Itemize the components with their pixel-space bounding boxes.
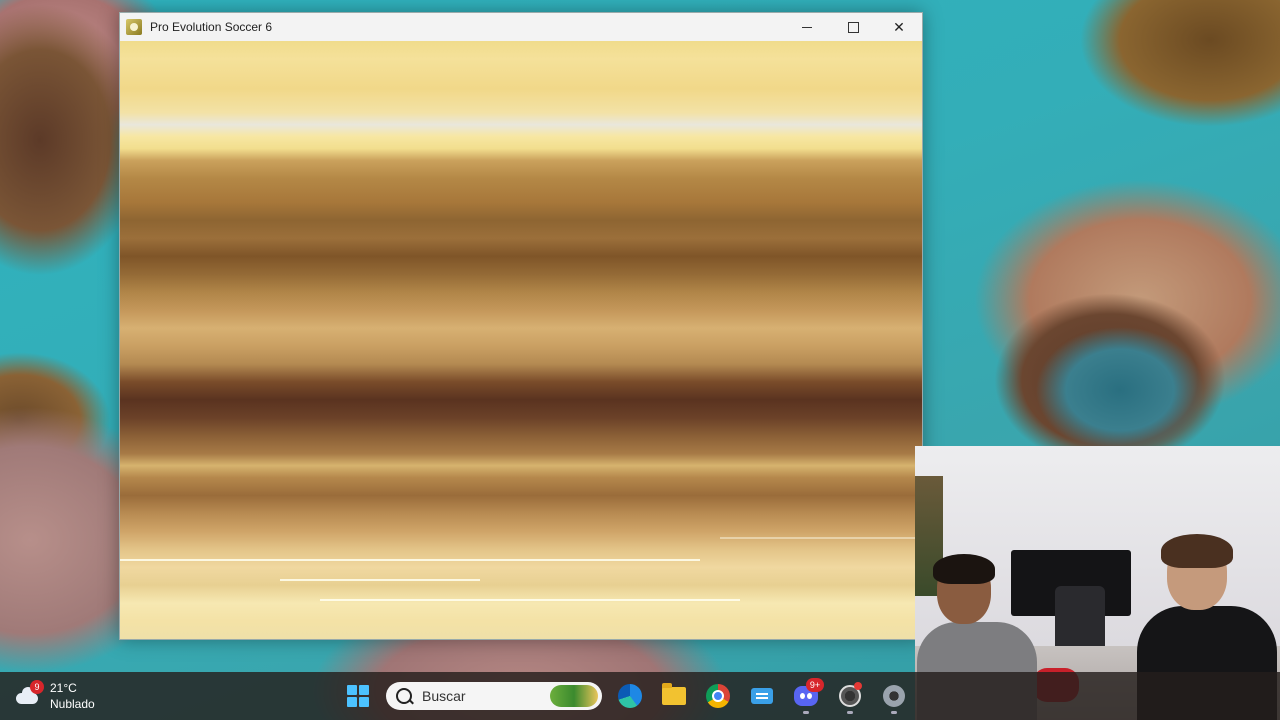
taskbar-edge-button[interactable] bbox=[610, 676, 650, 716]
window-controls: ✕ bbox=[784, 13, 922, 41]
cloud-shape bbox=[16, 687, 38, 704]
message-icon bbox=[751, 688, 773, 704]
start-tile bbox=[347, 685, 357, 695]
taskbar: 9 21°C Nublado Buscar 9+ bbox=[0, 672, 1280, 720]
taskbar-messaging-button[interactable] bbox=[742, 676, 782, 716]
start-button[interactable] bbox=[338, 676, 378, 716]
chrome-icon bbox=[706, 684, 730, 708]
weather-temperature: 21°C bbox=[50, 681, 77, 695]
discord-badge: 9+ bbox=[806, 678, 824, 692]
taskbar-discord-button[interactable]: 9+ bbox=[786, 676, 826, 716]
minimize-button[interactable] bbox=[784, 13, 830, 41]
folder-icon bbox=[662, 683, 686, 705]
maximize-icon bbox=[847, 21, 859, 33]
taskbar-apps: Buscar 9+ bbox=[336, 672, 916, 720]
weather-widget[interactable]: 9 21°C Nublado bbox=[16, 678, 95, 714]
window-title: Pro Evolution Soccer 6 bbox=[150, 20, 273, 34]
start-tile bbox=[359, 697, 369, 707]
render-streak bbox=[320, 599, 740, 601]
cloud-icon: 9 bbox=[16, 680, 44, 704]
webcam-person-right-hair bbox=[1161, 534, 1233, 568]
taskbar-file-explorer-button[interactable] bbox=[654, 676, 694, 716]
maximize-button[interactable] bbox=[830, 13, 876, 41]
render-streak bbox=[280, 579, 480, 581]
minimize-icon bbox=[802, 26, 812, 28]
search-icon bbox=[396, 688, 412, 704]
weather-condition: Nublado bbox=[50, 697, 95, 711]
weather-badge: 9 bbox=[30, 680, 44, 694]
taskbar-chrome-button[interactable] bbox=[698, 676, 738, 716]
render-streak bbox=[720, 537, 920, 539]
webcam-person-left-hair bbox=[933, 554, 995, 584]
running-indicator bbox=[803, 711, 809, 714]
start-tile bbox=[347, 697, 357, 707]
taskbar-search[interactable]: Buscar bbox=[386, 682, 602, 710]
weather-text: 21°C Nublado bbox=[50, 680, 95, 712]
edge-icon bbox=[618, 684, 642, 708]
search-highlight-image bbox=[550, 685, 598, 707]
app-window[interactable]: Pro Evolution Soccer 6 ✕ bbox=[119, 12, 923, 640]
game-render-area[interactable] bbox=[120, 41, 922, 639]
taskbar-settings-button[interactable] bbox=[874, 676, 914, 716]
search-placeholder: Buscar bbox=[422, 688, 466, 704]
render-streak bbox=[120, 559, 700, 561]
close-button[interactable]: ✕ bbox=[876, 13, 922, 41]
taskbar-obs-button[interactable] bbox=[830, 676, 870, 716]
windows-start-icon bbox=[347, 685, 369, 707]
recording-dot bbox=[854, 682, 862, 690]
running-indicator bbox=[891, 711, 897, 714]
running-indicator bbox=[847, 711, 853, 714]
pes6-app-icon bbox=[126, 19, 142, 35]
close-icon: ✕ bbox=[893, 18, 905, 35]
start-tile bbox=[359, 685, 369, 695]
window-titlebar[interactable]: Pro Evolution Soccer 6 ✕ bbox=[120, 13, 922, 41]
gear-icon bbox=[883, 685, 905, 707]
